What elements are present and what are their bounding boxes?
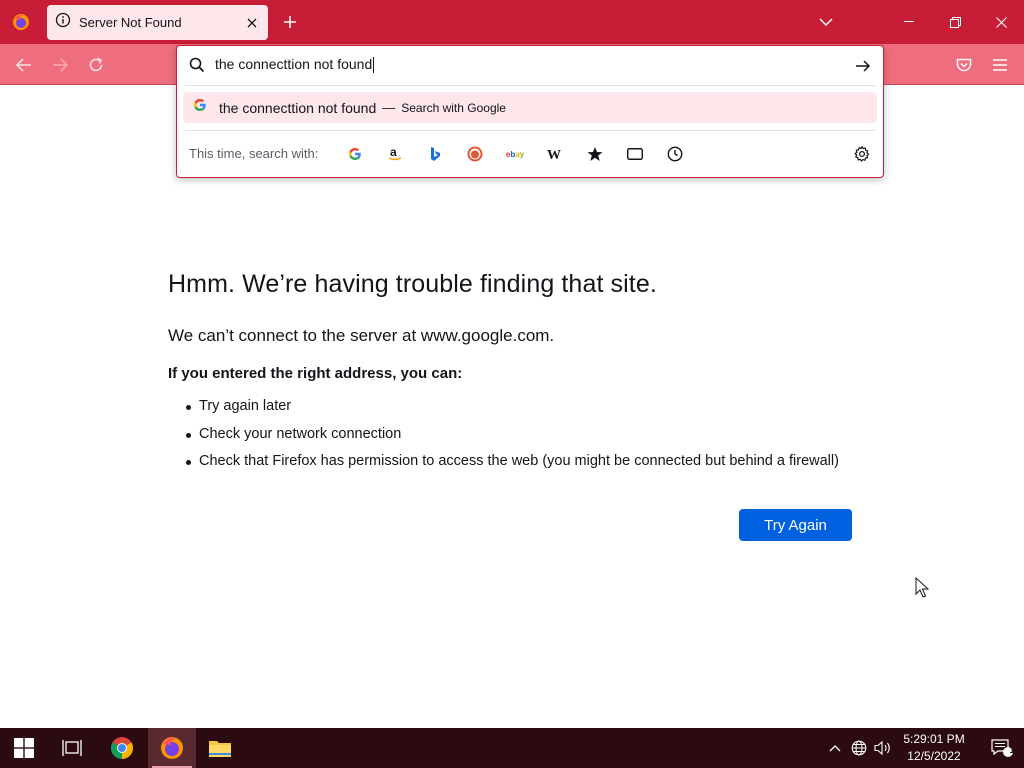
go-arrow-icon[interactable] bbox=[853, 56, 873, 76]
tab-title: Server Not Found bbox=[79, 15, 182, 30]
bing-icon[interactable] bbox=[422, 141, 448, 167]
tab-server-not-found[interactable]: Server Not Found bbox=[47, 5, 268, 40]
list-item: Check your network connection bbox=[186, 426, 839, 454]
volume-icon[interactable] bbox=[873, 738, 893, 758]
windows-start-icon[interactable] bbox=[0, 728, 48, 768]
clock-time: 5:29:01 PM bbox=[903, 732, 965, 746]
restore-icon[interactable] bbox=[932, 0, 978, 44]
suggestion-text: the connecttion not found bbox=[219, 99, 377, 116]
try-again-button[interactable]: Try Again bbox=[739, 509, 852, 541]
duckduckgo-icon[interactable] bbox=[462, 141, 488, 167]
gear-icon[interactable] bbox=[849, 141, 875, 167]
url-input-text: the connecttion not found bbox=[215, 56, 373, 72]
one-off-label: This time, search with: bbox=[189, 146, 319, 161]
reload-icon[interactable] bbox=[83, 52, 109, 78]
mouse-pointer-icon bbox=[915, 576, 930, 604]
close-tab-icon[interactable] bbox=[244, 15, 260, 31]
wikipedia-icon[interactable]: W bbox=[542, 141, 568, 167]
minimize-icon[interactable] bbox=[886, 0, 932, 44]
svg-text:a: a bbox=[390, 146, 397, 159]
system-clock[interactable]: 5:29:01 PM 12/5/2022 bbox=[896, 731, 972, 765]
url-input[interactable]: the connecttion not found bbox=[215, 56, 815, 76]
firefox-taskbar-icon[interactable] bbox=[148, 728, 196, 768]
pocket-icon[interactable] bbox=[951, 52, 977, 78]
svg-text:ebay: ebay bbox=[506, 150, 524, 159]
urlbar-popup: the connecttion not found the connecttio… bbox=[176, 45, 884, 178]
chevron-up-icon[interactable] bbox=[825, 738, 845, 758]
task-view-icon[interactable] bbox=[48, 728, 96, 768]
suggestion-list: Try again later Check your network conne… bbox=[186, 398, 839, 481]
suggestion-separator: — bbox=[382, 100, 396, 115]
notification-center-icon[interactable]: 1 bbox=[980, 728, 1024, 768]
divider bbox=[185, 85, 875, 86]
divider bbox=[185, 130, 875, 131]
error-title: Hmm. We’re having trouble finding that s… bbox=[168, 270, 657, 298]
forward-arrow-icon[interactable] bbox=[47, 52, 73, 78]
svg-text:W: W bbox=[547, 148, 561, 161]
search-suggestion-row[interactable]: the connecttion not found — Search with … bbox=[183, 92, 877, 123]
one-off-search-row: This time, search with: a ebay W bbox=[177, 138, 883, 168]
list-item: Check that Firefox has permission to acc… bbox=[186, 453, 839, 481]
list-item: Try again later bbox=[186, 398, 839, 426]
hamburger-menu-icon[interactable] bbox=[987, 52, 1013, 78]
taskbar: 5:29:01 PM 12/5/2022 1 bbox=[0, 728, 1024, 768]
clock-date: 12/5/2022 bbox=[907, 749, 961, 763]
error-description: We can’t connect to the server at www.go… bbox=[168, 326, 555, 345]
notification-count: 1 bbox=[1009, 745, 1015, 755]
ebay-icon[interactable]: ebay bbox=[502, 141, 528, 167]
close-window-icon[interactable] bbox=[978, 0, 1024, 44]
tabs-icon[interactable] bbox=[622, 141, 648, 167]
google-icon[interactable] bbox=[342, 141, 368, 167]
network-globe-icon[interactable] bbox=[849, 738, 869, 758]
back-arrow-icon[interactable] bbox=[11, 52, 37, 78]
text-cursor bbox=[373, 57, 375, 74]
info-icon bbox=[55, 12, 71, 33]
chevron-down-icon[interactable] bbox=[816, 12, 836, 32]
new-tab-icon[interactable] bbox=[280, 12, 300, 32]
firefox-view-icon[interactable] bbox=[0, 0, 42, 44]
search-icon bbox=[189, 57, 205, 78]
error-subtitle: If you entered the right address, you ca… bbox=[168, 365, 463, 382]
history-icon[interactable] bbox=[662, 141, 688, 167]
chrome-icon[interactable] bbox=[98, 728, 146, 768]
tab-strip: Server Not Found bbox=[0, 0, 1024, 44]
file-explorer-icon[interactable] bbox=[196, 728, 244, 768]
suggestion-action: Search with Google bbox=[401, 100, 506, 115]
amazon-icon[interactable]: a bbox=[382, 141, 408, 167]
google-icon bbox=[193, 98, 207, 117]
bookmarks-icon[interactable] bbox=[582, 141, 608, 167]
